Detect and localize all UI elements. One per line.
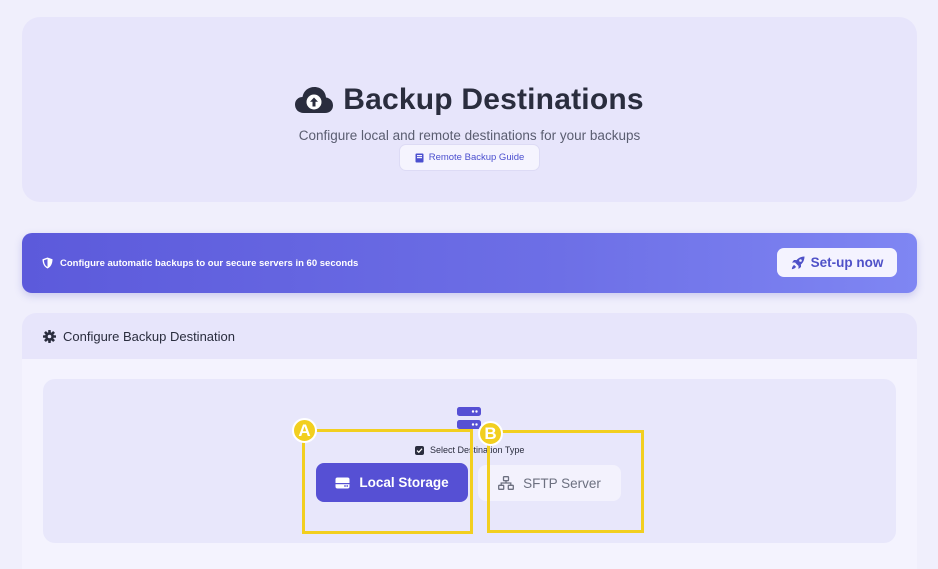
guide-button-label: Remote Backup Guide <box>428 152 525 163</box>
book-icon <box>415 153 424 162</box>
remote-backup-guide-button[interactable]: Remote Backup Guide <box>399 144 540 171</box>
configure-card-header: Configure Backup Destination <box>22 313 917 359</box>
banner-message: Configure automatic backups to our secur… <box>42 233 358 293</box>
title-row: Backup Destinations <box>22 83 917 117</box>
setup-now-label: Set-up now <box>810 255 884 270</box>
promo-banner: Configure automatic backups to our secur… <box>22 233 917 293</box>
header-card: Backup Destinations Configure local and … <box>22 17 917 202</box>
annotation-badge-a: A <box>292 418 317 443</box>
configure-card-title: Configure Backup Destination <box>63 328 235 344</box>
page-title: Backup Destinations <box>343 83 644 116</box>
annotation-box-a <box>302 429 473 534</box>
shield-icon <box>42 257 53 269</box>
setup-now-button[interactable]: Set-up now <box>777 248 897 277</box>
server-icon <box>457 407 481 429</box>
cloud-upload-icon <box>295 87 334 113</box>
page: Backup Destinations Configure local and … <box>0 0 938 569</box>
banner-message-text: Configure automatic backups to our secur… <box>60 257 359 269</box>
annotation-box-b <box>487 430 644 533</box>
annotation-badge-b: B <box>478 421 503 446</box>
page-subtitle: Configure local and remote destinations … <box>298 128 641 143</box>
gear-icon <box>43 329 56 343</box>
rocket-icon <box>791 256 805 269</box>
